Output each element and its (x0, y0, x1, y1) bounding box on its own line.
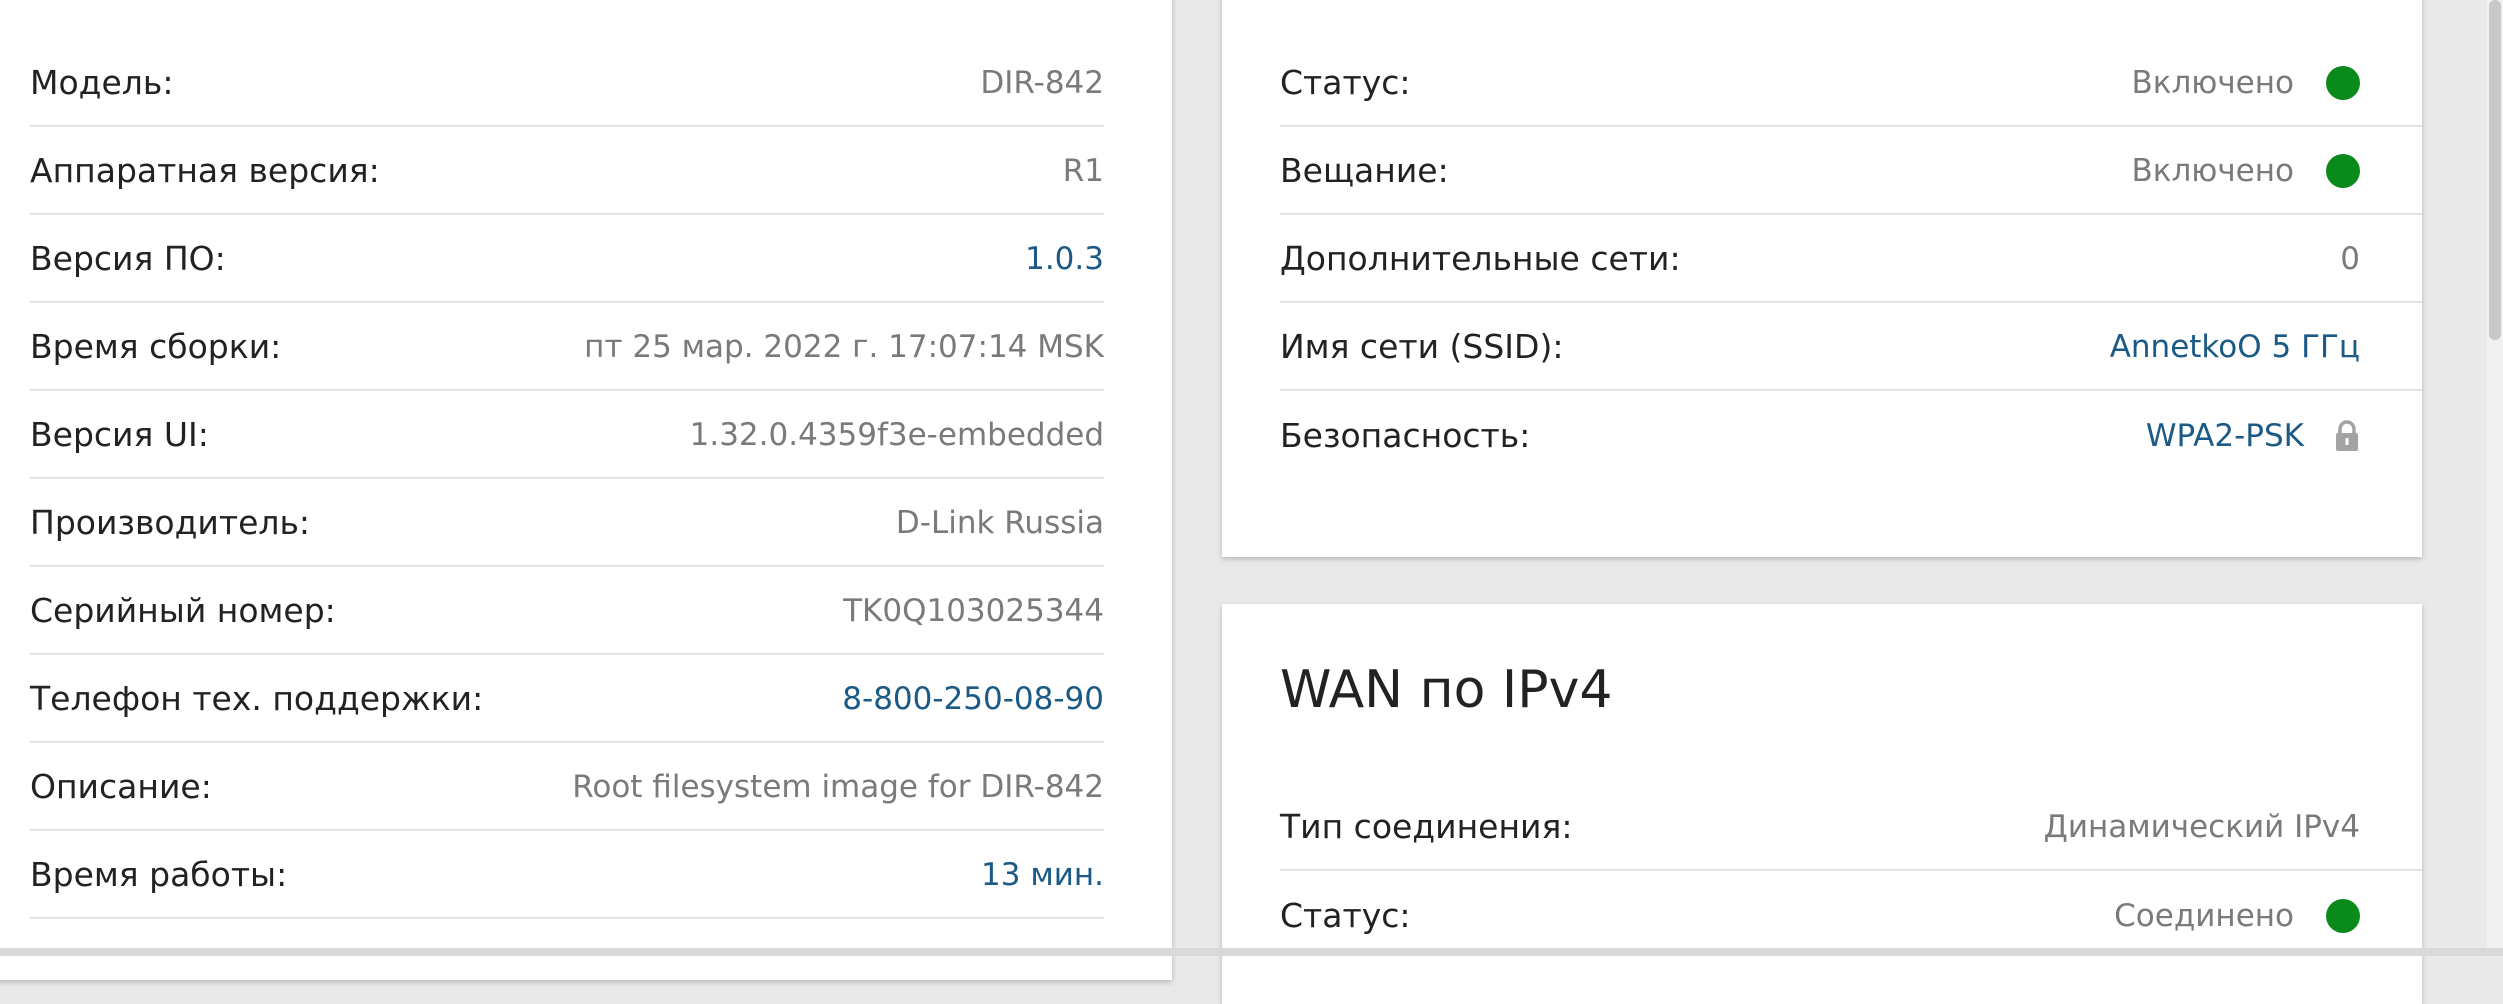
row-hardware-version: Аппаратная версия: R1 (30, 128, 1104, 215)
row-value: Включено (2131, 64, 2294, 101)
row-value: Включено (2131, 152, 2294, 189)
row-label: Тип соединения: (1280, 807, 1573, 846)
row-ui-version: Версия UI: 1.32.0.4359f3e-embedded (30, 392, 1104, 479)
row-value: пт 25 мар. 2022 г. 17:07:14 MSK (584, 328, 1104, 365)
row-label: Производитель: (30, 503, 311, 542)
row-value: TK0Q103025344 (843, 592, 1104, 629)
vertical-scrollbar[interactable] (2487, 0, 2503, 956)
row-value: Root filesystem image for DIR-842 (572, 768, 1104, 805)
row-label: Модель: (30, 63, 174, 102)
row-label: Статус: (1280, 63, 1411, 102)
row-label: Безопасность: (1280, 416, 1531, 455)
row-wifi-broadcast: Вещание: Включено (1280, 128, 2422, 215)
status-indicator-icon (2326, 153, 2360, 188)
row-value: D-Link Russia (895, 504, 1104, 541)
row-label: Вещание: (1280, 151, 1449, 190)
row-firmware-version: Версия ПО: 1.0.3 (30, 216, 1104, 303)
row-label: Описание: (30, 767, 212, 806)
row-label: Аппаратная версия: (30, 151, 380, 190)
row-label: Имя сети (SSID): (1280, 327, 1564, 366)
row-label: Время сборки: (30, 327, 282, 366)
wan-section-title: WAN по IPv4 (1280, 660, 1613, 720)
row-value: 0 (2340, 240, 2360, 277)
row-value: R1 (1062, 152, 1104, 189)
row-label: Время работы: (30, 855, 288, 894)
row-uptime: Время работы: 13 мин. (30, 832, 1104, 919)
row-value: DIR-842 (980, 64, 1104, 101)
row-value: Соединено (2114, 897, 2294, 934)
status-indicator-icon (2326, 65, 2360, 100)
support-phone-link[interactable]: 8-800-250-08-90 (842, 681, 1104, 717)
row-additional-networks: Дополнительные сети: 0 (1280, 216, 2422, 303)
row-security: Безопасность: WPA2-PSK (1280, 392, 2422, 479)
row-connection-type: Тип соединения: Динамический IPv4 (1280, 784, 2422, 871)
row-serial-number: Серийный номер: TK0Q103025344 (30, 568, 1104, 655)
row-label: Версия ПО: (30, 239, 226, 278)
row-manufacturer: Производитель: D-Link Russia (30, 480, 1104, 567)
row-label: Телефон тех. поддержки: (30, 679, 484, 718)
firmware-version-link[interactable]: 1.0.3 (1025, 241, 1104, 277)
uptime-link[interactable]: 13 мин. (981, 857, 1104, 893)
row-wan-status: Статус: Соединено (1280, 872, 2422, 959)
row-label: Статус: (1280, 896, 1411, 935)
row-value: 1.32.0.4359f3e-embedded (689, 416, 1104, 453)
security-link[interactable]: WPA2-PSK (2146, 418, 2304, 454)
row-build-time: Время сборки: пт 25 мар. 2022 г. 17:07:1… (30, 304, 1104, 391)
wan-card: WAN по IPv4 Тип соединения: Динамический… (1222, 604, 2422, 1004)
row-model: Модель: DIR-842 (30, 40, 1104, 127)
row-support-phone: Телефон тех. поддержки: 8-800-250-08-90 (30, 656, 1104, 743)
row-ssid: Имя сети (SSID): AnnetkoO 5 ГГц (1280, 304, 2422, 391)
row-label: Дополнительные сети: (1280, 239, 1681, 278)
row-label: Серийный номер: (30, 591, 336, 630)
device-info-card: Модель: DIR-842 Аппаратная версия: R1 Ве… (0, 0, 1172, 980)
bottom-edge (0, 948, 2503, 956)
wifi-card: Статус: Включено Вещание: Включено Допол… (1222, 0, 2422, 557)
lock-icon (2334, 419, 2360, 452)
row-description: Описание: Root filesystem image for DIR-… (30, 744, 1104, 831)
row-value: Динамический IPv4 (2043, 808, 2360, 845)
row-label: Версия UI: (30, 415, 209, 454)
status-indicator-icon (2326, 898, 2360, 933)
scrollbar-thumb[interactable] (2489, 0, 2501, 340)
ssid-link[interactable]: AnnetkoO 5 ГГц (2110, 329, 2360, 365)
row-wifi-status: Статус: Включено (1280, 40, 2422, 127)
